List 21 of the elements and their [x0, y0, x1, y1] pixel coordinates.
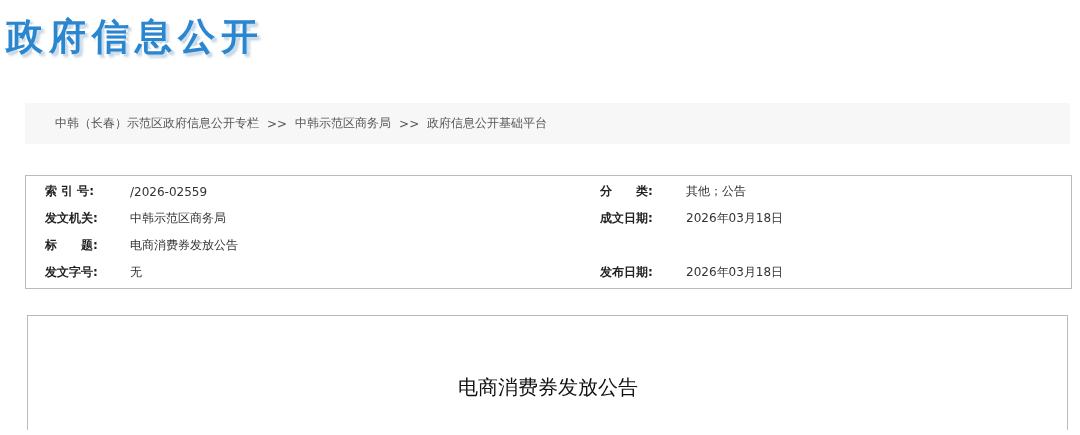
site-logo: 政府信息公开 [6, 14, 264, 60]
field-value: 2026年03月18日 [686, 264, 785, 281]
breadcrumb-link[interactable]: 中韩（长春）示范区政府信息公开专栏 [55, 115, 259, 132]
field-value: 2026年03月18日 [686, 210, 785, 227]
breadcrumb-link[interactable]: 政府信息公开基础平台 [427, 115, 548, 132]
field-label: 标 题: [45, 237, 99, 254]
field-value: 电商消费券发放公告 [130, 237, 239, 254]
breadcrumb-link[interactable]: 中韩示范区商务局 [295, 115, 392, 132]
article-title: 电商消费券发放公告 [457, 374, 638, 401]
field-label: 发文字号: [45, 264, 99, 281]
breadcrumb-separator: >> [267, 116, 288, 131]
breadcrumb-separator: >> [399, 116, 420, 131]
field-label: 发布日期: [600, 264, 654, 281]
field-label: 成文日期: [600, 210, 654, 227]
field-value: /2026-02559 [130, 184, 209, 199]
field-label: 索 引 号: [45, 183, 96, 200]
field-value: 中韩示范区商务局 [130, 210, 227, 227]
field-label: 分 类: [600, 183, 654, 200]
field-value: 其他；公告 [686, 183, 747, 200]
field-label: 发文机关: [45, 210, 99, 227]
field-value: 无 [130, 264, 143, 281]
